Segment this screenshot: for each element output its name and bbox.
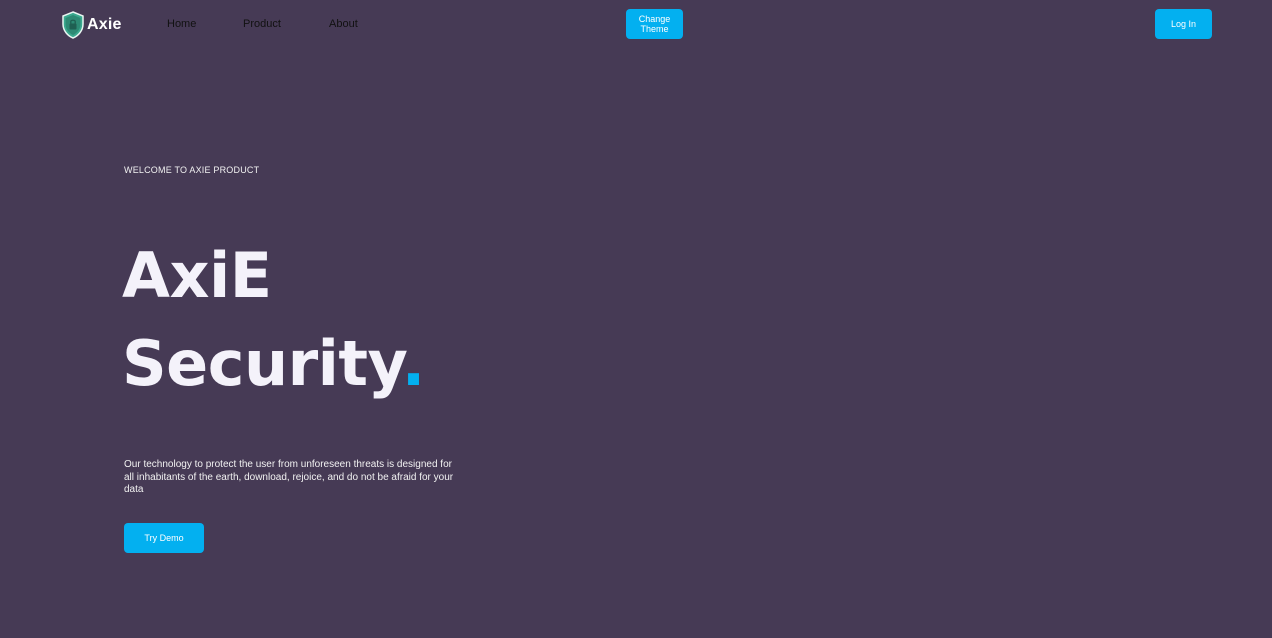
hero-eyebrow: WELCOME TO AXIE PRODUCT (124, 165, 260, 175)
hero-title-line-1: AxiE (122, 239, 272, 312)
brand-name: Axie (87, 16, 122, 33)
login-button[interactable]: Log In (1155, 9, 1212, 39)
nav-link-product[interactable]: Product (243, 17, 281, 31)
hero-title: AxiE Security. (122, 232, 425, 408)
hero-description: Our technology to protect the user from … (124, 459, 454, 496)
try-demo-button[interactable]: Try Demo (124, 523, 204, 553)
shield-lock-icon (62, 11, 84, 39)
nav-link-home[interactable]: Home (167, 17, 196, 31)
hero-title-line-2: Security. (122, 320, 425, 408)
change-theme-button[interactable]: Change Theme (626, 9, 683, 39)
nav-link-about[interactable]: About (329, 17, 358, 31)
hero-title-word: Security (122, 327, 402, 400)
hero-title-accent-dot: . (401, 327, 426, 400)
brand-logo-link[interactable]: Axie (61, 10, 122, 40)
top-navbar: Axie Home Product About Change Theme Log… (0, 0, 1272, 50)
